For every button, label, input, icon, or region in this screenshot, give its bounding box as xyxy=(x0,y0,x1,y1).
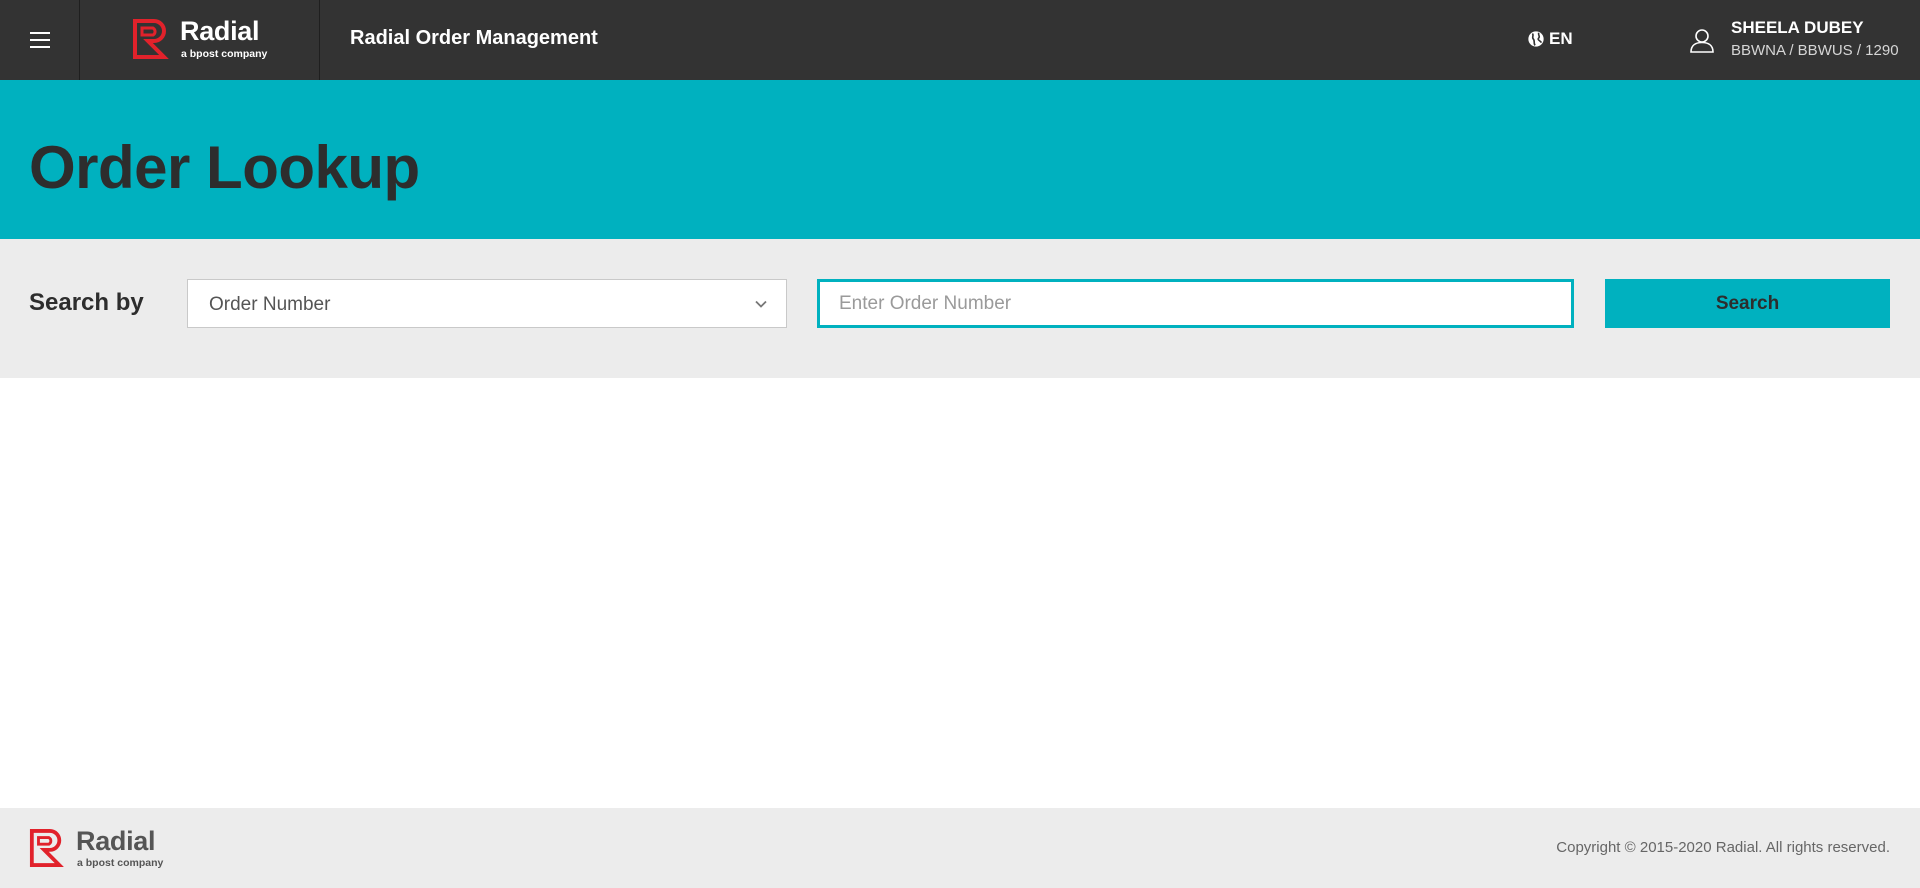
search-type-value: Order Number xyxy=(209,294,331,315)
app-title: Radial Order Management xyxy=(350,27,598,49)
chevron-down-icon xyxy=(755,300,767,308)
search-type-select[interactable]: Order Number xyxy=(187,279,787,328)
logo-name: Radial xyxy=(180,16,260,46)
page-footer: Radial a bpost company Copyright © 2015-… xyxy=(0,808,1920,888)
language-label: EN xyxy=(1549,29,1573,48)
search-button[interactable]: Search xyxy=(1605,279,1890,328)
logo-tagline: a bpost company xyxy=(181,48,268,60)
search-panel: Search by Order Number Search xyxy=(0,239,1920,378)
menu-line xyxy=(30,39,50,41)
user-name[interactable]: SHEELA DUBEY xyxy=(1731,18,1864,38)
language-selector[interactable]: EN xyxy=(1527,29,1573,49)
footer-logo-tagline: a bpost company xyxy=(77,857,164,869)
order-number-input[interactable] xyxy=(817,279,1574,328)
footer-logo-name: Radial xyxy=(76,826,156,856)
menu-line xyxy=(30,46,50,48)
radial-logo-mark-icon xyxy=(29,829,64,867)
page-header-banner: Order Lookup xyxy=(0,80,1920,239)
page-title: Order Lookup xyxy=(29,134,420,201)
menu-line xyxy=(30,32,50,34)
copyright-text: Copyright © 2015-2020 Radial. All rights… xyxy=(1556,839,1890,856)
globe-icon xyxy=(1528,31,1544,47)
search-by-label: Search by xyxy=(29,289,144,316)
radial-logo-mark-icon xyxy=(133,19,169,59)
top-navigation-bar: Radial a bpost company Radial Order Mana… xyxy=(0,0,1920,80)
user-organization: BBWNA / BBWUS / 1290 xyxy=(1731,42,1899,59)
user-icon[interactable] xyxy=(1688,26,1716,54)
header-logo[interactable]: Radial a bpost company xyxy=(80,0,320,80)
hamburger-menu-icon[interactable] xyxy=(0,0,80,80)
